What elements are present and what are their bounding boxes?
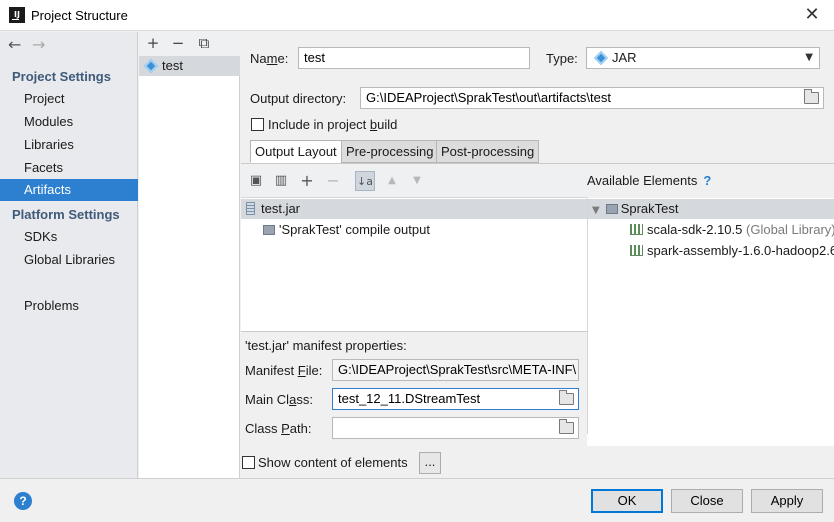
include-in-build-checkbox[interactable] xyxy=(251,118,264,131)
artifact-name-input[interactable]: test xyxy=(298,47,530,69)
ok-button[interactable]: OK xyxy=(591,489,663,513)
artifact-name: test xyxy=(162,58,183,73)
tree-item-root-jar[interactable]: test.jar xyxy=(241,199,587,219)
nav-item-global-libraries[interactable]: Global Libraries xyxy=(0,249,138,271)
type-label: Type: xyxy=(546,51,578,66)
apply-button[interactable]: Apply xyxy=(751,489,823,513)
browse-class-folder-icon[interactable] xyxy=(559,390,574,405)
main-class-label: Main Class: xyxy=(245,392,313,407)
manifest-file-label: Manifest File: xyxy=(245,363,323,378)
artifacts-toolbar: + − ⧉ xyxy=(139,32,240,56)
artifact-jar-icon xyxy=(143,58,159,74)
artifact-list-item[interactable]: test xyxy=(139,56,240,76)
tree-item-module[interactable]: ▼ SprakTest xyxy=(588,199,834,219)
add-copy-of-icon[interactable]: + xyxy=(297,171,317,191)
output-directory-input[interactable]: G:\IDEAProject\SprakTest\out\artifacts\t… xyxy=(360,87,824,109)
nav-item-project[interactable]: Project xyxy=(0,88,138,110)
class-path-label: Class Path: xyxy=(245,421,312,436)
artifact-editor: Name: test Type: JAR ▼ Output directory:… xyxy=(241,32,834,479)
title-bar: IJ Project Structure ✕ xyxy=(0,0,834,31)
jar-type-icon xyxy=(593,50,609,66)
show-content-row: Show content of elements ... xyxy=(241,446,834,479)
nav-item-sdks[interactable]: SDKs xyxy=(0,226,138,248)
layout-toolbar: ▣ ▥ + − ↓a ▲ ▼ xyxy=(241,164,587,198)
tree-item-library[interactable]: spark-assembly-1.6.0-hadoop2.6 xyxy=(630,241,834,261)
back-arrow-icon[interactable]: ← xyxy=(8,35,32,54)
add-artifact-icon[interactable]: + xyxy=(143,33,163,53)
intellij-app-icon: IJ xyxy=(9,7,25,23)
expand-chevron-icon[interactable]: ▼ xyxy=(592,205,600,216)
copy-artifact-icon[interactable]: ⧉ xyxy=(194,33,214,53)
nav-item-problems[interactable]: Problems xyxy=(0,295,138,317)
library-icon xyxy=(630,224,643,235)
platform-settings-header: Platform Settings xyxy=(12,207,120,222)
show-content-checkbox[interactable] xyxy=(242,456,255,469)
module-icon xyxy=(605,204,618,214)
artifacts-list-panel: + − ⧉ test xyxy=(139,32,240,478)
jar-archive-icon xyxy=(246,202,255,215)
project-settings-header: Project Settings xyxy=(12,69,111,84)
help-icon[interactable]: ? xyxy=(703,173,711,188)
nav-item-artifacts[interactable]: Artifacts xyxy=(0,179,138,201)
forward-arrow-icon[interactable]: → xyxy=(32,35,56,54)
manifest-properties-title: 'test.jar' manifest properties: xyxy=(245,338,407,353)
nav-item-libraries[interactable]: Libraries xyxy=(0,134,138,156)
move-down-icon[interactable]: ▼ xyxy=(407,171,427,191)
move-up-icon[interactable]: ▲ xyxy=(382,171,402,191)
settings-nav: ← → Project Settings Project Modules Libr… xyxy=(0,32,138,478)
window-title: Project Structure xyxy=(31,8,128,23)
show-content-label: Show content of elements xyxy=(258,455,408,470)
dialog-footer: ? OK Close Apply xyxy=(0,478,834,522)
browse-folder-icon[interactable] xyxy=(804,89,819,104)
class-path-input[interactable] xyxy=(332,417,579,439)
create-directory-icon[interactable]: ▣ xyxy=(246,171,266,191)
sort-elements-icon[interactable]: ↓a xyxy=(355,171,375,191)
remove-artifact-icon[interactable]: − xyxy=(168,33,188,53)
output-layout-panel: ▣ ▥ + − ↓a ▲ ▼ test.jar 'SprakTest' comp… xyxy=(241,163,834,479)
tree-item-compile-output[interactable]: 'SprakTest' compile output xyxy=(263,220,430,240)
close-button[interactable]: Close xyxy=(671,489,743,513)
nav-history: ← → xyxy=(8,35,56,54)
remove-element-icon[interactable]: − xyxy=(323,171,343,191)
help-button[interactable]: ? xyxy=(14,492,32,510)
include-in-build-label: Include in project build xyxy=(268,117,398,132)
available-elements-tree: ▼ SprakTest scala-sdk-2.10.5 (Global Libr… xyxy=(587,198,834,434)
tab-pre-processing[interactable]: Pre-processing xyxy=(341,140,439,163)
manifest-file-input[interactable]: G:\IDEAProject\SprakTest\src\META-INF\ xyxy=(332,359,579,381)
output-directory-label: Output directory: xyxy=(250,91,347,106)
create-archive-icon[interactable]: ▥ xyxy=(271,171,291,191)
module-output-icon xyxy=(263,225,275,235)
show-content-options-button[interactable]: ... xyxy=(419,452,441,474)
tree-item-library[interactable]: scala-sdk-2.10.5 (Global Library) xyxy=(630,220,834,240)
artifact-type-select[interactable]: JAR ▼ xyxy=(586,47,820,69)
main-class-input[interactable]: test_12_11.DStreamTest xyxy=(332,388,579,410)
available-elements-header: Available Elements? xyxy=(587,164,834,198)
nav-item-facets[interactable]: Facets xyxy=(0,157,138,179)
window-close-button[interactable]: ✕ xyxy=(800,3,824,27)
tab-output-layout[interactable]: Output Layout xyxy=(250,140,342,163)
library-icon xyxy=(630,245,643,256)
browse-classpath-folder-icon[interactable] xyxy=(559,419,574,434)
chevron-down-icon: ▼ xyxy=(805,52,813,63)
tab-post-processing[interactable]: Post-processing xyxy=(436,140,540,163)
nav-item-modules[interactable]: Modules xyxy=(0,111,138,133)
name-label: Name: xyxy=(250,51,289,66)
